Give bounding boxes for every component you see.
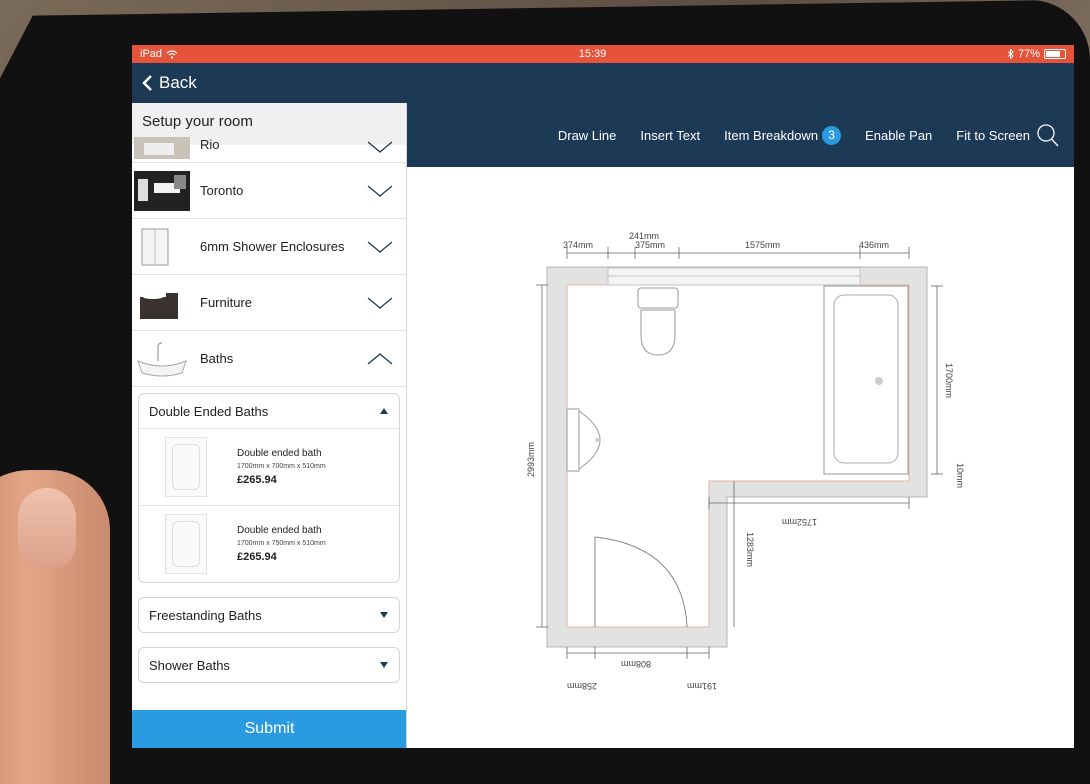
- chevron-down-icon: [367, 241, 393, 253]
- bath: [823, 285, 909, 475]
- product-price: £265.94: [237, 551, 277, 563]
- range-toronto[interactable]: Toronto: [132, 163, 406, 219]
- fit-to-screen-label: Fit to Screen: [956, 127, 1030, 143]
- plan-toolbar: Draw Line Insert Text Item Breakdown 3 E…: [407, 103, 1074, 167]
- dimension-label: 1283mm: [745, 532, 755, 567]
- room-setup-sidebar: Setup your room Rio Toronto 6mm Shower E…: [132, 103, 407, 748]
- status-bar: iPad 15:39 77%: [132, 45, 1074, 63]
- chevron-down-icon: [367, 185, 393, 197]
- clock: 15:39: [578, 48, 607, 60]
- chevron-up-icon: [367, 352, 393, 364]
- chevron-down-icon: [367, 297, 393, 309]
- range-label: Rio: [200, 137, 220, 152]
- dimension-label: 258mm: [567, 681, 597, 691]
- door: [594, 536, 688, 628]
- chevron-down-icon: [367, 141, 393, 153]
- ipad-screen: iPad 15:39 77% Back Draw Line Insert Tex…: [132, 45, 1074, 748]
- dimension-label: 10mm: [955, 463, 965, 488]
- thumb-nail: [18, 488, 76, 568]
- carrier-label: iPad: [140, 48, 163, 60]
- product-name: Double ended bath: [237, 448, 322, 459]
- bath-thumbnail: [137, 342, 187, 376]
- range-label: Toronto: [200, 183, 244, 198]
- range-label: 6mm Shower Enclosures: [200, 239, 345, 254]
- bluetooth-icon: [1007, 49, 1014, 59]
- product-size: 1700mm x 750mm x 510mm: [237, 540, 326, 547]
- draw-line-button[interactable]: Draw Line: [558, 128, 617, 143]
- bath-product-image: [165, 514, 207, 574]
- dimension-label: 375mm: [635, 240, 665, 250]
- product-item[interactable]: Double ended bath 1700mm x 750mm x 510mm…: [139, 505, 399, 582]
- section-title: Shower Baths: [149, 657, 230, 673]
- bath-product-image: [165, 437, 207, 497]
- shower-baths-section[interactable]: Shower Baths: [138, 647, 400, 683]
- nav-bar: Back: [132, 63, 1074, 103]
- double-ended-baths-section: Double Ended Baths Double ended bath 170…: [138, 393, 400, 583]
- freestanding-baths-header[interactable]: Freestanding Baths: [139, 598, 399, 632]
- enable-pan-button[interactable]: Enable Pan: [865, 128, 932, 143]
- fit-to-screen-button[interactable]: Fit to Screen: [956, 122, 1060, 148]
- item-count-badge: 3: [822, 125, 842, 145]
- dimension-label: 374mm: [563, 240, 593, 250]
- shower-enclosure-thumbnail: [141, 228, 169, 265]
- battery-percent: 77%: [1017, 48, 1040, 60]
- back-label: Back: [159, 73, 197, 92]
- range-rio[interactable]: Rio: [132, 133, 406, 163]
- dimension-label: 2993mm: [526, 442, 536, 477]
- range-baths[interactable]: Baths: [132, 331, 406, 387]
- freestanding-baths-section[interactable]: Freestanding Baths: [138, 597, 400, 633]
- floor-plan-canvas[interactable]: 241mm 374mm 375mm 1575mm 436mm 2993mm 17…: [407, 167, 1074, 748]
- wifi-icon: [166, 49, 178, 59]
- dimension-label: 808mm: [621, 659, 651, 669]
- product-item[interactable]: Double ended bath 1700mm x 700mm x 510mm…: [139, 428, 399, 505]
- range-label: Baths: [200, 351, 234, 366]
- toilet: [637, 287, 679, 356]
- submit-button[interactable]: Submit: [132, 710, 406, 748]
- shower-baths-header[interactable]: Shower Baths: [139, 648, 399, 682]
- product-size: 1700mm x 700mm x 510mm: [237, 463, 326, 470]
- search-icon: [1037, 124, 1059, 147]
- item-breakdown-button[interactable]: Item Breakdown 3: [724, 125, 842, 145]
- battery-icon: [1044, 49, 1066, 59]
- furniture-thumbnail: [140, 292, 178, 319]
- item-breakdown-label: Item Breakdown: [724, 127, 819, 143]
- product-name: Double ended bath: [237, 525, 322, 536]
- dimension-label: 1575mm: [745, 240, 780, 250]
- section-title: Double Ended Baths: [149, 403, 269, 419]
- triangle-up-icon: [380, 408, 388, 414]
- range-shower-enclosures[interactable]: 6mm Shower Enclosures: [132, 219, 406, 275]
- dimension-label: 191mm: [687, 681, 717, 691]
- range-furniture[interactable]: Furniture: [132, 275, 406, 331]
- basin: [566, 408, 601, 472]
- rio-thumbnail: [134, 137, 190, 159]
- dimension-label: 436mm: [859, 240, 889, 250]
- range-label: Furniture: [200, 295, 253, 310]
- product-price: £265.94: [237, 474, 277, 486]
- toronto-thumbnail: [134, 170, 190, 211]
- chevron-left-icon: [142, 75, 152, 91]
- triangle-down-icon: [380, 612, 388, 618]
- double-ended-baths-header[interactable]: Double Ended Baths: [139, 394, 399, 428]
- dimension-label: 1752mm: [782, 517, 817, 527]
- back-button[interactable]: Back: [142, 73, 197, 93]
- dimension-label: 1700mm: [944, 363, 954, 398]
- section-title: Freestanding Baths: [149, 607, 262, 623]
- insert-text-button[interactable]: Insert Text: [640, 128, 700, 143]
- triangle-down-icon: [380, 662, 388, 668]
